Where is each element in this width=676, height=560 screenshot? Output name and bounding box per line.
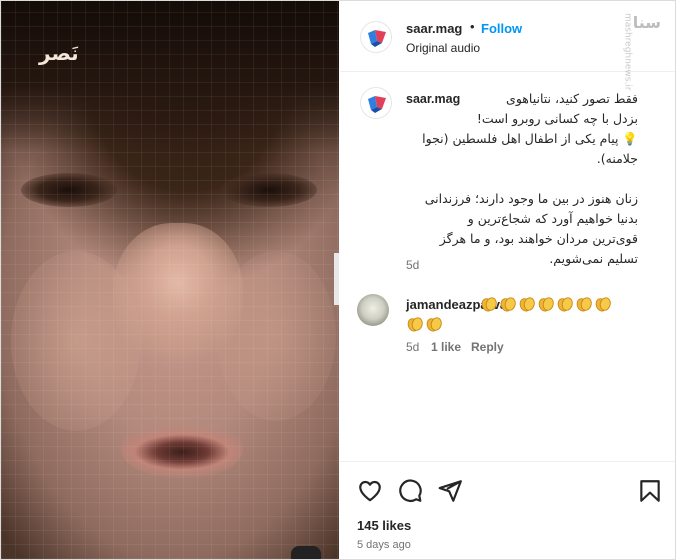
heart-icon[interactable] (357, 478, 383, 504)
post-time[interactable]: 5 days ago (357, 539, 411, 551)
clap-emoji (519, 296, 535, 312)
author-avatar[interactable] (360, 21, 392, 53)
clap-emoji (407, 316, 423, 332)
bookmark-icon[interactable] (637, 478, 663, 504)
video-watermark: نَصر (39, 41, 79, 65)
clap-emoji (595, 296, 611, 312)
clap-row (480, 293, 640, 313)
header-separator: • (470, 19, 475, 34)
clap-row (406, 313, 444, 333)
reply-button[interactable]: Reply (471, 340, 504, 354)
clap-emoji (426, 316, 442, 332)
clap-emoji (576, 296, 592, 312)
commenter-avatar[interactable] (357, 294, 389, 326)
post-modal: نَصر saar.mag • Follow Original audio sa… (0, 0, 676, 560)
site-watermark-url: mashreghnews.ir (622, 13, 633, 91)
caption-username-inline[interactable]: saar.mag (406, 89, 460, 109)
clap-emoji (538, 296, 554, 312)
comment-text (407, 293, 640, 332)
comment-icon[interactable] (397, 478, 423, 504)
likes-count[interactable]: 145 likes (357, 518, 411, 533)
share-icon[interactable] (437, 478, 463, 504)
caption-time[interactable]: 5d (406, 258, 419, 272)
clap-emoji (500, 296, 516, 312)
author-username[interactable]: saar.mag (406, 21, 462, 36)
follow-button[interactable]: Follow (481, 21, 522, 36)
comment-like-count[interactable]: 1 like (431, 340, 461, 354)
site-watermark-logo: سنا (632, 13, 661, 32)
clap-emoji (481, 296, 497, 312)
saar-logo-icon (368, 30, 386, 47)
post-video[interactable]: نَصر (1, 1, 339, 559)
comment-time[interactable]: 5d (406, 340, 419, 354)
clap-emoji (557, 296, 573, 312)
caption-author-avatar[interactable] (360, 87, 392, 119)
media-edge-handle (334, 253, 339, 305)
post-actions: 145 likes 5 days ago (340, 461, 675, 558)
site-watermark: سنا mashreghnews.ir (599, 13, 661, 143)
audio-label[interactable]: Original audio (406, 41, 480, 55)
saar-logo-icon (368, 96, 386, 113)
